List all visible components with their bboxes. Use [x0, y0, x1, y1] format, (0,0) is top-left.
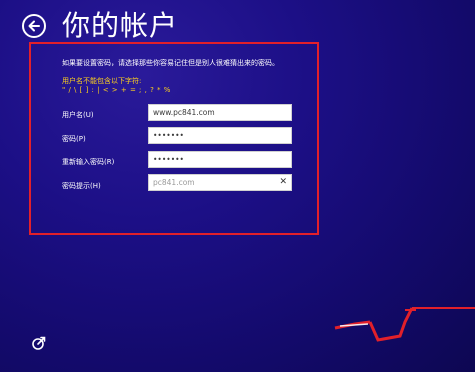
password-hint-label: 密码提示(H)	[62, 182, 101, 190]
red-annotation-marks	[334, 307, 475, 342]
intro-text: 如果要设置密码，请选择那些你容易记住但是别人很难猜出来的密码。	[62, 59, 279, 67]
password-field[interactable]: •••••••	[148, 127, 292, 144]
ease-of-access-icon[interactable]	[30, 334, 48, 352]
password-hint-value: pc841.com	[153, 178, 195, 187]
password-hint-field[interactable]: pc841.com ✕	[148, 174, 292, 191]
arrow-left-icon	[28, 20, 40, 32]
confirm-password-label: 重新输入密码(R)	[62, 158, 115, 166]
back-button[interactable]	[22, 14, 46, 38]
username-field[interactable]: www.pc841.com	[148, 104, 292, 121]
username-value: www.pc841.com	[153, 108, 215, 117]
confirm-password-field[interactable]: •••••••	[148, 151, 292, 168]
password-value: •••••••	[153, 131, 184, 140]
page-title: 你的帐户	[62, 9, 179, 42]
confirm-password-value: •••••••	[153, 155, 184, 164]
username-forbidden-chars: " / \ [ ] : | < > + = ; , ? * %	[62, 86, 171, 94]
username-label: 用户名(U)	[62, 111, 94, 119]
clear-icon[interactable]: ✕	[279, 175, 287, 190]
username-warning-title: 用户名不能包含以下字符:	[62, 77, 142, 85]
password-label: 密码(P)	[62, 135, 86, 143]
